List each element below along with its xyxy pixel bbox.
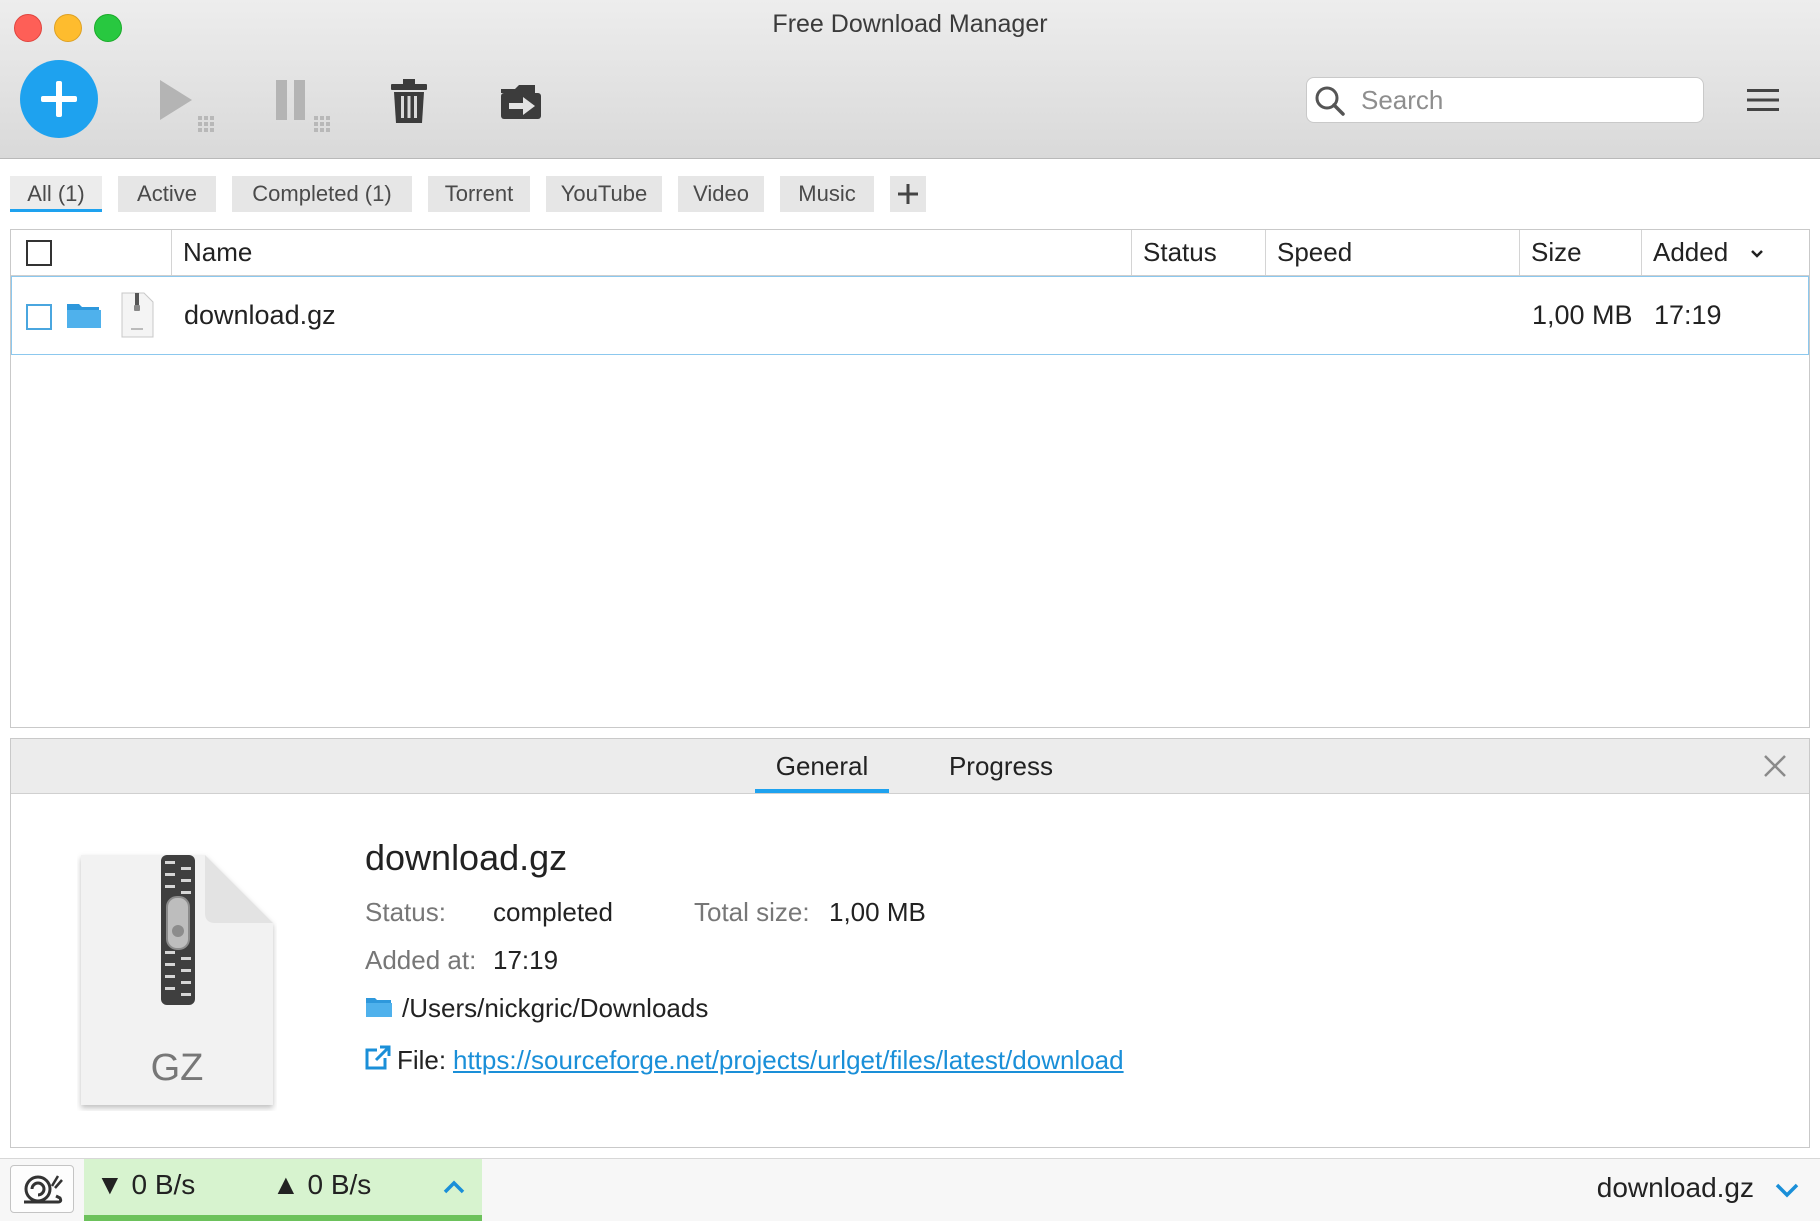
column-status[interactable]: Status [1143, 230, 1217, 275]
details-tab-bar: General Progress [11, 739, 1809, 794]
search-icon [1315, 86, 1345, 116]
sort-descending-icon [1751, 250, 1763, 258]
tab-completed[interactable]: Completed (1) [232, 176, 412, 212]
play-icon [160, 80, 214, 132]
folder-path[interactable]: /Users/nickgric/Downloads [402, 993, 708, 1024]
table-row[interactable]: download.gz 1,00 MB 17:19 [11, 276, 1809, 355]
status-label: Status: [365, 897, 446, 927]
added-label: Added at: [365, 945, 477, 975]
column-divider [1519, 230, 1520, 275]
select-all-checkbox[interactable] [26, 240, 52, 266]
row-checkbox[interactable] [26, 304, 52, 330]
file-type-label: GZ [150, 1047, 204, 1089]
tab-active[interactable]: Active [118, 176, 216, 212]
main-menu-button[interactable] [1740, 80, 1786, 120]
add-download-button[interactable] [20, 60, 98, 138]
tab-torrent[interactable]: Torrent [428, 176, 530, 212]
start-button[interactable] [150, 72, 220, 136]
downloads-table: Name Status Speed Size Added download.gz… [10, 229, 1810, 728]
status-bar: ▼ 0 B/s ▲ 0 B/s download.gz [0, 1158, 1820, 1221]
column-divider [171, 230, 172, 275]
tab-progress[interactable]: Progress [931, 739, 1071, 793]
folder-icon[interactable] [66, 300, 102, 330]
tab-all[interactable]: All (1) [10, 176, 102, 212]
column-speed[interactable]: Speed [1277, 230, 1352, 275]
column-added[interactable]: Added [1653, 230, 1728, 275]
status-value: completed [493, 897, 613, 927]
speed-limit-button[interactable] [10, 1165, 74, 1213]
search-input[interactable] [1355, 83, 1703, 117]
window-title: Free Download Manager [772, 10, 1048, 38]
chevron-up-icon[interactable] [442, 1179, 466, 1195]
window-toolbar: Free Download Manager [0, 0, 1820, 159]
current-file-label[interactable]: download.gz [1597, 1172, 1754, 1204]
folder-icon[interactable] [365, 995, 393, 1019]
download-speed: ▼ 0 B/s [96, 1169, 196, 1200]
column-size[interactable]: Size [1531, 230, 1582, 275]
file-label: File: [397, 1045, 447, 1075]
upload-speed: ▲ 0 B/s [272, 1169, 372, 1200]
close-icon [1764, 755, 1786, 777]
added-value: 17:19 [493, 945, 559, 975]
gz-file-icon [121, 292, 154, 338]
tab-video[interactable]: Video [678, 176, 764, 212]
trash-icon [391, 79, 427, 123]
row-name: download.gz [184, 300, 336, 330]
move-to-button[interactable] [496, 76, 546, 126]
external-link-icon [365, 1045, 391, 1070]
file-title: download.gz [365, 837, 568, 878]
plus-icon [41, 81, 77, 117]
delete-button[interactable] [384, 76, 434, 126]
row-added: 17:19 [1654, 300, 1722, 330]
file-url-link[interactable]: https://sourceforge.net/projects/urlget/… [453, 1045, 1124, 1076]
add-tab-button[interactable] [890, 176, 926, 212]
column-divider [1131, 230, 1132, 275]
hamburger-menu-icon [1747, 89, 1779, 111]
file-preview-icon: GZ [77, 851, 277, 1111]
move-to-icon [501, 85, 541, 119]
total-size-value: 1,00 MB [829, 897, 926, 927]
pause-button[interactable] [266, 72, 336, 136]
column-divider [1641, 230, 1642, 275]
column-divider [1265, 230, 1266, 275]
total-size-label: Total size: [694, 897, 810, 927]
tab-general[interactable]: General [755, 739, 889, 793]
plus-icon [898, 184, 918, 204]
search-box[interactable] [1306, 77, 1704, 123]
speed-indicator[interactable]: ▼ 0 B/s ▲ 0 B/s [84, 1159, 482, 1221]
table-header: Name Status Speed Size Added [11, 230, 1809, 276]
row-size: 1,00 MB [1532, 300, 1633, 330]
chevron-down-icon[interactable] [1774, 1181, 1800, 1199]
pause-icon [276, 80, 330, 132]
details-panel: General Progress GZ download.gz Status: … [10, 738, 1810, 1148]
close-details-button[interactable] [1761, 752, 1789, 780]
tab-youtube[interactable]: YouTube [546, 176, 662, 212]
tab-music[interactable]: Music [780, 176, 874, 212]
column-name[interactable]: Name [183, 230, 252, 275]
snail-icon [24, 1175, 63, 1204]
